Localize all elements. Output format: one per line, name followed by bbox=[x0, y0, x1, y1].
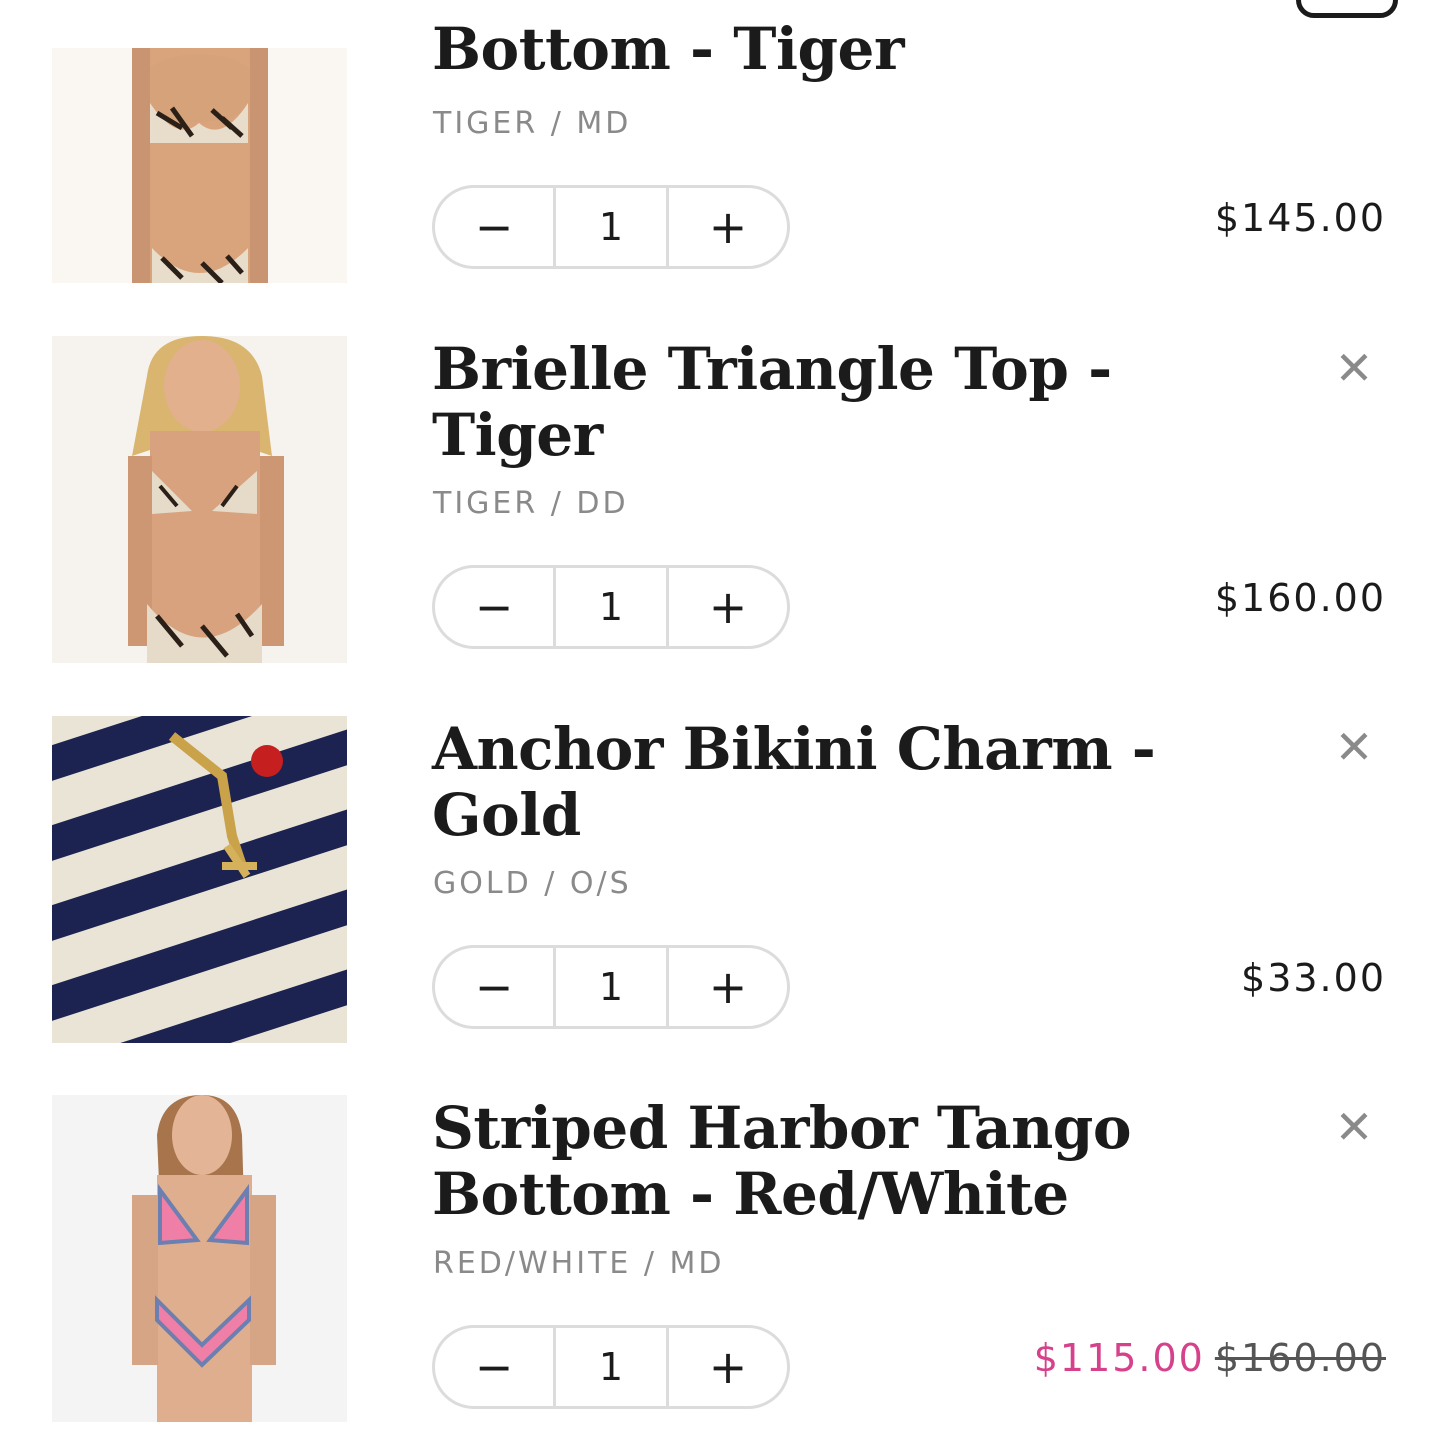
product-image[interactable] bbox=[52, 48, 347, 283]
remove-item-button[interactable]: ✕ bbox=[1330, 720, 1378, 774]
quantity-value[interactable]: 1 bbox=[552, 1328, 670, 1406]
product-title[interactable]: Striped Harbor Tango Bottom - Red/White bbox=[432, 1095, 1272, 1227]
quantity-stepper: − 1 + bbox=[432, 1325, 790, 1409]
product-variant: TIGER / DD bbox=[433, 486, 629, 521]
product-title[interactable]: Anchor Bikini Charm - Gold bbox=[432, 716, 1272, 848]
quantity-value[interactable]: 1 bbox=[552, 568, 670, 646]
product-title[interactable]: Brielle Triangle Top - Tiger bbox=[432, 336, 1272, 468]
sale-price: $115.00 bbox=[1033, 1336, 1205, 1380]
quantity-stepper: − 1 + bbox=[432, 565, 790, 649]
quantity-stepper: − 1 + bbox=[432, 945, 790, 1029]
original-price: $160.00 bbox=[1214, 1336, 1386, 1380]
product-variant: RED/WHITE / MD bbox=[433, 1246, 725, 1281]
product-variant: TIGER / MD bbox=[433, 106, 632, 141]
increase-quantity-button[interactable]: + bbox=[669, 1328, 787, 1406]
item-price: $160.00 bbox=[1214, 576, 1386, 620]
product-image[interactable] bbox=[52, 336, 347, 663]
decrease-quantity-button[interactable]: − bbox=[435, 188, 553, 266]
decrease-quantity-button[interactable]: − bbox=[435, 1328, 553, 1406]
remove-item-button[interactable]: ✕ bbox=[1330, 341, 1378, 395]
remove-item-button[interactable]: ✕ bbox=[1330, 1100, 1378, 1154]
quantity-value[interactable]: 1 bbox=[552, 188, 670, 266]
top-corner-button[interactable] bbox=[1296, 0, 1398, 18]
item-price: $33.00 bbox=[1241, 956, 1386, 1000]
decrease-quantity-button[interactable]: − bbox=[435, 948, 553, 1026]
quantity-value[interactable]: 1 bbox=[552, 948, 670, 1026]
decrease-quantity-button[interactable]: − bbox=[435, 568, 553, 646]
product-image[interactable] bbox=[52, 1095, 347, 1422]
increase-quantity-button[interactable]: + bbox=[669, 948, 787, 1026]
item-price: $115.00 $160.00 bbox=[1034, 1336, 1386, 1380]
increase-quantity-button[interactable]: + bbox=[669, 188, 787, 266]
product-variant: GOLD / O/S bbox=[433, 866, 632, 901]
product-title[interactable]: Bottom - Tiger bbox=[432, 16, 1272, 82]
increase-quantity-button[interactable]: + bbox=[669, 568, 787, 646]
quantity-stepper: − 1 + bbox=[432, 185, 790, 269]
product-image[interactable] bbox=[52, 716, 347, 1043]
item-price: $145.00 bbox=[1214, 196, 1386, 240]
